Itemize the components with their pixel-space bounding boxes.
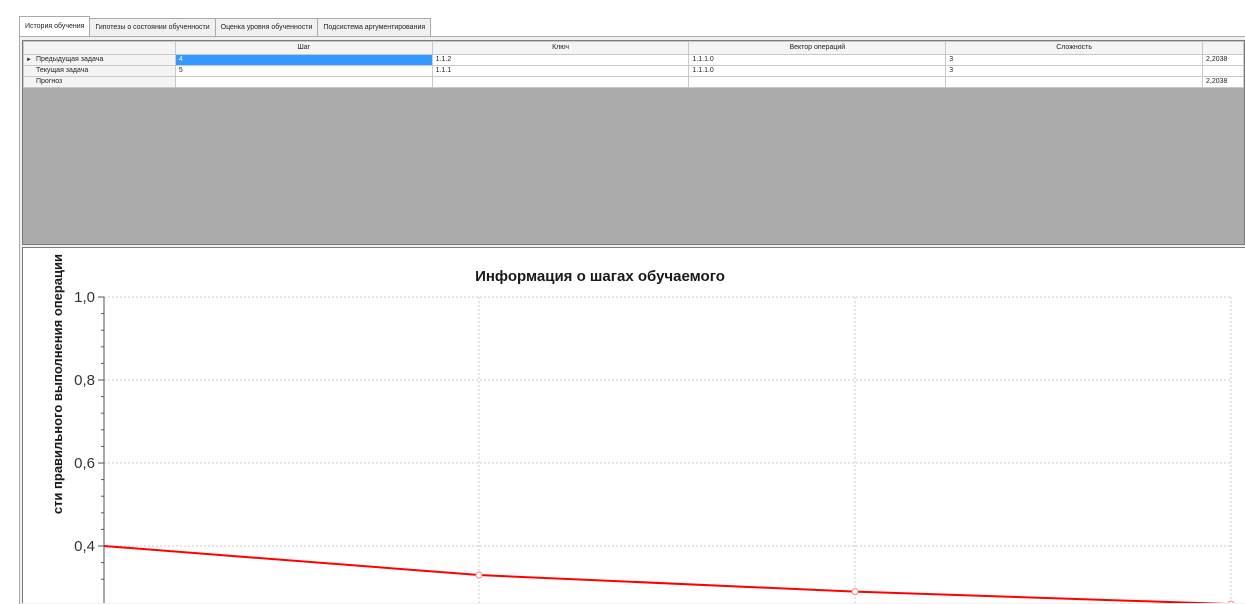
column-header-step[interactable]: Шаг xyxy=(174,41,433,55)
table-row[interactable]: ► Предыдущая задача 4 1.1.2 1.1.1.0 3 2,2… xyxy=(23,54,1245,66)
table-cell[interactable]: 5 xyxy=(174,65,433,77)
current-row-arrow-icon: ► xyxy=(26,57,32,63)
table-cell[interactable] xyxy=(1201,65,1245,77)
row-header[interactable]: Текущая задача xyxy=(23,65,176,77)
row-label: Прогноз xyxy=(36,78,63,85)
table-cell[interactable]: 1.1.1 xyxy=(431,65,690,77)
column-header-complexity[interactable]: Сложность xyxy=(945,41,1203,55)
history-grid[interactable]: Шаг Ключ Вектор операций Сложность ► Пред… xyxy=(22,40,1245,245)
row-label: Предыдущая задача xyxy=(36,56,104,63)
y-axis-label: сти правильного выполнения операции xyxy=(50,254,65,515)
row-label: Текущая задача xyxy=(36,67,89,74)
tab-level-assessment[interactable]: Оценка уровня обученности xyxy=(214,18,319,36)
table-cell[interactable] xyxy=(945,76,1203,88)
tab-argumentation[interactable]: Подсистема аргументирования xyxy=(317,18,432,36)
grid-header-row: Шаг Ключ Вектор операций Сложность xyxy=(23,41,1245,55)
table-cell[interactable]: 3 xyxy=(945,54,1203,66)
tab-list: История обучения Гипотезы о состоянии об… xyxy=(19,16,432,36)
table-cell[interactable]: 2,2038 xyxy=(1201,54,1245,66)
row-header[interactable]: Прогноз xyxy=(23,76,176,88)
table-row[interactable]: Текущая задача 5 1.1.1 1.1.1.0 3 xyxy=(23,65,1245,77)
chart-title: Информация о шагах обучаемого xyxy=(475,268,725,285)
table-cell[interactable] xyxy=(174,76,433,88)
steps-chart xyxy=(22,247,1245,603)
table-cell[interactable]: 1.1.1.0 xyxy=(688,65,947,77)
table-cell[interactable]: 1.1.2 xyxy=(431,54,690,66)
tab-strip: История обучения Гипотезы о состоянии об… xyxy=(0,0,1245,38)
table-row[interactable]: Прогноз 2,2038 xyxy=(23,76,1245,88)
row-header[interactable]: ► Предыдущая задача xyxy=(23,54,176,66)
grid-header-corner xyxy=(23,41,176,55)
table-cell[interactable]: 3 xyxy=(945,65,1203,77)
table-cell[interactable]: 2,2038 xyxy=(1201,76,1245,88)
table-cell[interactable] xyxy=(688,76,947,88)
table-cell[interactable] xyxy=(431,76,690,88)
tab-learning-history[interactable]: История обучения xyxy=(19,16,91,36)
grid-table: Шаг Ключ Вектор операций Сложность ► Пред… xyxy=(23,41,1245,88)
table-cell[interactable]: 1.1.1.0 xyxy=(688,54,947,66)
column-header-key[interactable]: Ключ xyxy=(431,41,690,55)
tab-hypotheses[interactable]: Гипотезы о состоянии обученности xyxy=(89,18,216,36)
table-cell[interactable]: 4 xyxy=(174,54,433,66)
column-header-extra[interactable] xyxy=(1201,41,1245,55)
column-header-operations-vector[interactable]: Вектор операций xyxy=(688,41,947,55)
